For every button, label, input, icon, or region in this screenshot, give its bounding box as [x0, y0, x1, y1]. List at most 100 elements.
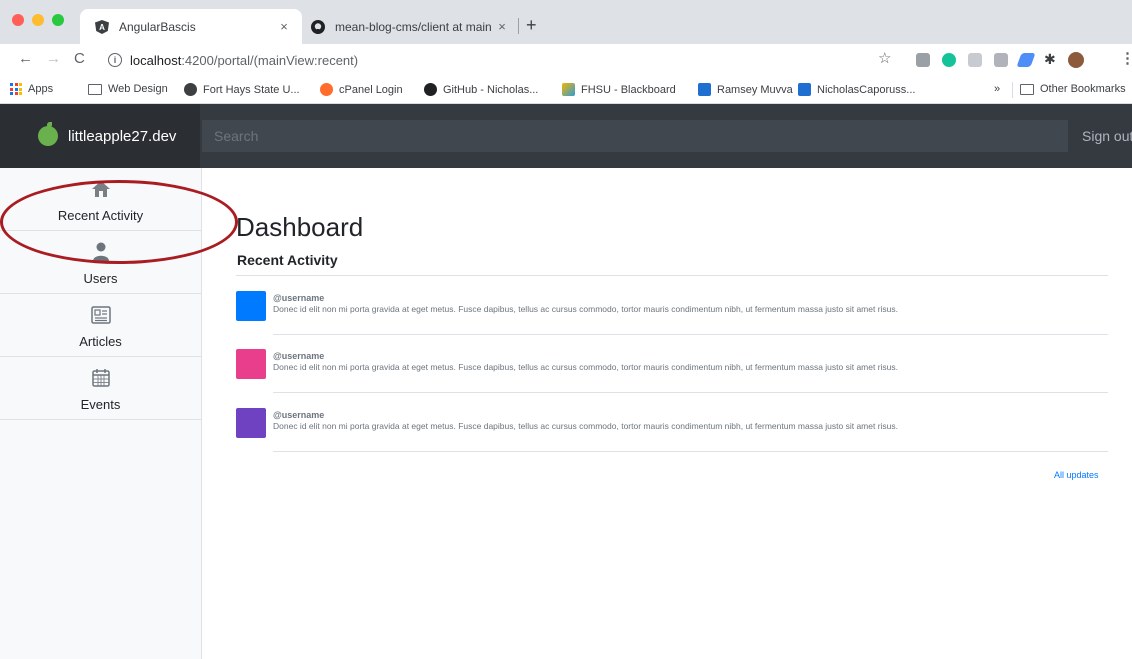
extension-icon[interactable]: [994, 53, 1008, 67]
github-icon: [310, 19, 326, 35]
bookmark-label: Fort Hays State U...: [203, 83, 300, 96]
bookmark-blackboard[interactable]: FHSU - Blackboard: [562, 83, 676, 96]
bookmark-cpanel[interactable]: cPanel Login: [320, 83, 403, 96]
avatar[interactable]: [1068, 52, 1084, 68]
menu-icon[interactable]: ⋮: [1120, 51, 1132, 67]
sidebar-item-label: Articles: [79, 334, 122, 349]
minimize-window-button[interactable]: [32, 14, 44, 26]
tab-close-icon[interactable]: ×: [492, 19, 512, 34]
bookmark-label: Web Design: [108, 83, 168, 95]
bookmark-label: GitHub - Nicholas...: [443, 83, 539, 96]
activity-username: @username: [273, 293, 325, 303]
bookmark-label: FHSU - Blackboard: [581, 83, 676, 96]
tab-title: mean-blog-cms/client at main: [335, 19, 492, 34]
url-host: localhost: [130, 52, 182, 68]
tab-close-icon[interactable]: ×: [274, 19, 294, 34]
forward-button[interactable]: →: [46, 50, 61, 68]
bookmarks-overflow-button[interactable]: »: [994, 83, 1000, 95]
activity-text: Donec id elit non mi porta gravida at eg…: [273, 304, 899, 314]
bookmark-web-design[interactable]: Web Design: [88, 83, 168, 95]
browser-toolbar: ← → C i localhost:4200/portal/(mainView:…: [0, 44, 1132, 76]
bookmark-other[interactable]: Other Bookmarks: [1020, 83, 1126, 95]
all-updates-link[interactable]: All updates: [1054, 470, 1099, 480]
url-path: :4200/portal/(mainView:recent): [181, 52, 359, 68]
folder-icon: [1020, 83, 1034, 95]
bookmarks-more-label: »: [994, 83, 1001, 95]
new-tab-button[interactable]: +: [526, 16, 537, 34]
address-bar[interactable]: i localhost:4200/portal/(mainView:recent…: [108, 48, 908, 72]
section-title: Recent Activity: [237, 252, 338, 268]
bookmark-label: Other Bookmarks: [1040, 83, 1126, 95]
bookmark-site-icon: [798, 83, 811, 96]
user-icon: [90, 241, 112, 263]
bookmark-site-icon: [698, 83, 711, 96]
extension-icon[interactable]: [916, 53, 930, 67]
newspaper-icon: [90, 304, 112, 326]
apple-logo-icon: [38, 122, 58, 146]
back-button[interactable]: ←: [18, 50, 33, 68]
list-item: @username Donec id elit non mi porta gra…: [236, 408, 1108, 468]
reload-button[interactable]: C: [74, 50, 85, 68]
blackboard-icon: [562, 83, 575, 96]
bookmark-label: cPanel Login: [339, 83, 403, 96]
github-icon: [424, 83, 437, 96]
sidebar-item-users[interactable]: Users: [0, 231, 201, 294]
bookmark-github[interactable]: GitHub - Nicholas...: [424, 83, 538, 96]
bookmarks-divider: [1012, 82, 1013, 98]
divider: [273, 334, 1108, 335]
tab-angularbascis[interactable]: A AngularBascis ×: [80, 9, 302, 44]
bookmark-ramsey[interactable]: Ramsey Muvva: [698, 83, 793, 96]
activity-avatar: [236, 291, 266, 321]
bookmark-label: NicholasCaporuss...: [817, 83, 916, 96]
calendar-icon: [90, 367, 112, 389]
sidebar-item-articles[interactable]: Articles: [0, 294, 201, 357]
cpanel-icon: [320, 83, 333, 96]
activity-username: @username: [273, 410, 325, 420]
activity-avatar: [236, 349, 266, 379]
info-icon[interactable]: i: [108, 53, 122, 67]
sidebar-item-recent-activity[interactable]: Recent Activity: [0, 168, 201, 231]
divider: [273, 451, 1108, 452]
bookmark-label: Apps: [28, 83, 54, 95]
tab-title: AngularBascis: [119, 19, 196, 34]
grammarly-icon[interactable]: [942, 53, 956, 67]
sidebar-item-label: Events: [80, 397, 121, 412]
sidebar-item-events[interactable]: Events: [0, 357, 201, 420]
pen-icon[interactable]: [1016, 53, 1036, 67]
page-title: Dashboard: [236, 212, 364, 242]
tab-separator: [518, 18, 519, 34]
bookmark-fort-hays[interactable]: Fort Hays State U...: [184, 83, 300, 96]
browser-tab-bar: A AngularBascis × mean-blog-cms/client a…: [0, 0, 1132, 44]
activity-avatar: [236, 408, 266, 438]
activity-text: Donec id elit non mi porta gravida at eg…: [273, 421, 899, 431]
brand-name: littleapple27.dev: [68, 127, 177, 145]
svg-text:A: A: [99, 23, 105, 32]
divider: [236, 275, 1108, 276]
app-navbar: littleapple27.dev Sign out: [0, 104, 1132, 168]
sign-out-link[interactable]: Sign out: [1082, 128, 1132, 144]
sidebar-item-label: Users: [83, 271, 118, 286]
extension-icon[interactable]: [968, 53, 982, 67]
sidebar: Recent Activity Users Articles Events: [0, 168, 202, 659]
brand-link[interactable]: littleapple27.dev: [0, 104, 200, 168]
close-window-button[interactable]: [12, 14, 24, 26]
sidebar-item-label: Recent Activity: [57, 208, 144, 223]
bookmark-label: Ramsey Muvva: [717, 83, 793, 96]
globe-icon: [184, 83, 197, 96]
home-icon: [90, 178, 112, 200]
zoom-window-button[interactable]: [52, 14, 64, 26]
tab-github-repo[interactable]: mean-blog-cms/client at main ×: [300, 9, 520, 44]
list-item: @username Donec id elit non mi porta gra…: [236, 291, 1108, 351]
puzzle-icon[interactable]: ✱: [1044, 52, 1058, 66]
divider: [273, 392, 1108, 393]
bookmark-apps[interactable]: Apps: [10, 83, 53, 95]
folder-icon: [88, 83, 102, 95]
bookmarks-bar: Apps Web Design Fort Hays State U... cPa…: [0, 76, 1132, 104]
search-input[interactable]: [202, 120, 1068, 152]
angular-icon: A: [94, 19, 110, 35]
list-item: @username Donec id elit non mi porta gra…: [236, 349, 1108, 409]
bookmark-nicholascaporuss[interactable]: NicholasCaporuss...: [798, 83, 915, 96]
activity-text: Donec id elit non mi porta gravida at eg…: [273, 362, 899, 372]
bookmark-star-icon[interactable]: ☆: [878, 51, 891, 67]
apps-icon: [10, 83, 22, 95]
